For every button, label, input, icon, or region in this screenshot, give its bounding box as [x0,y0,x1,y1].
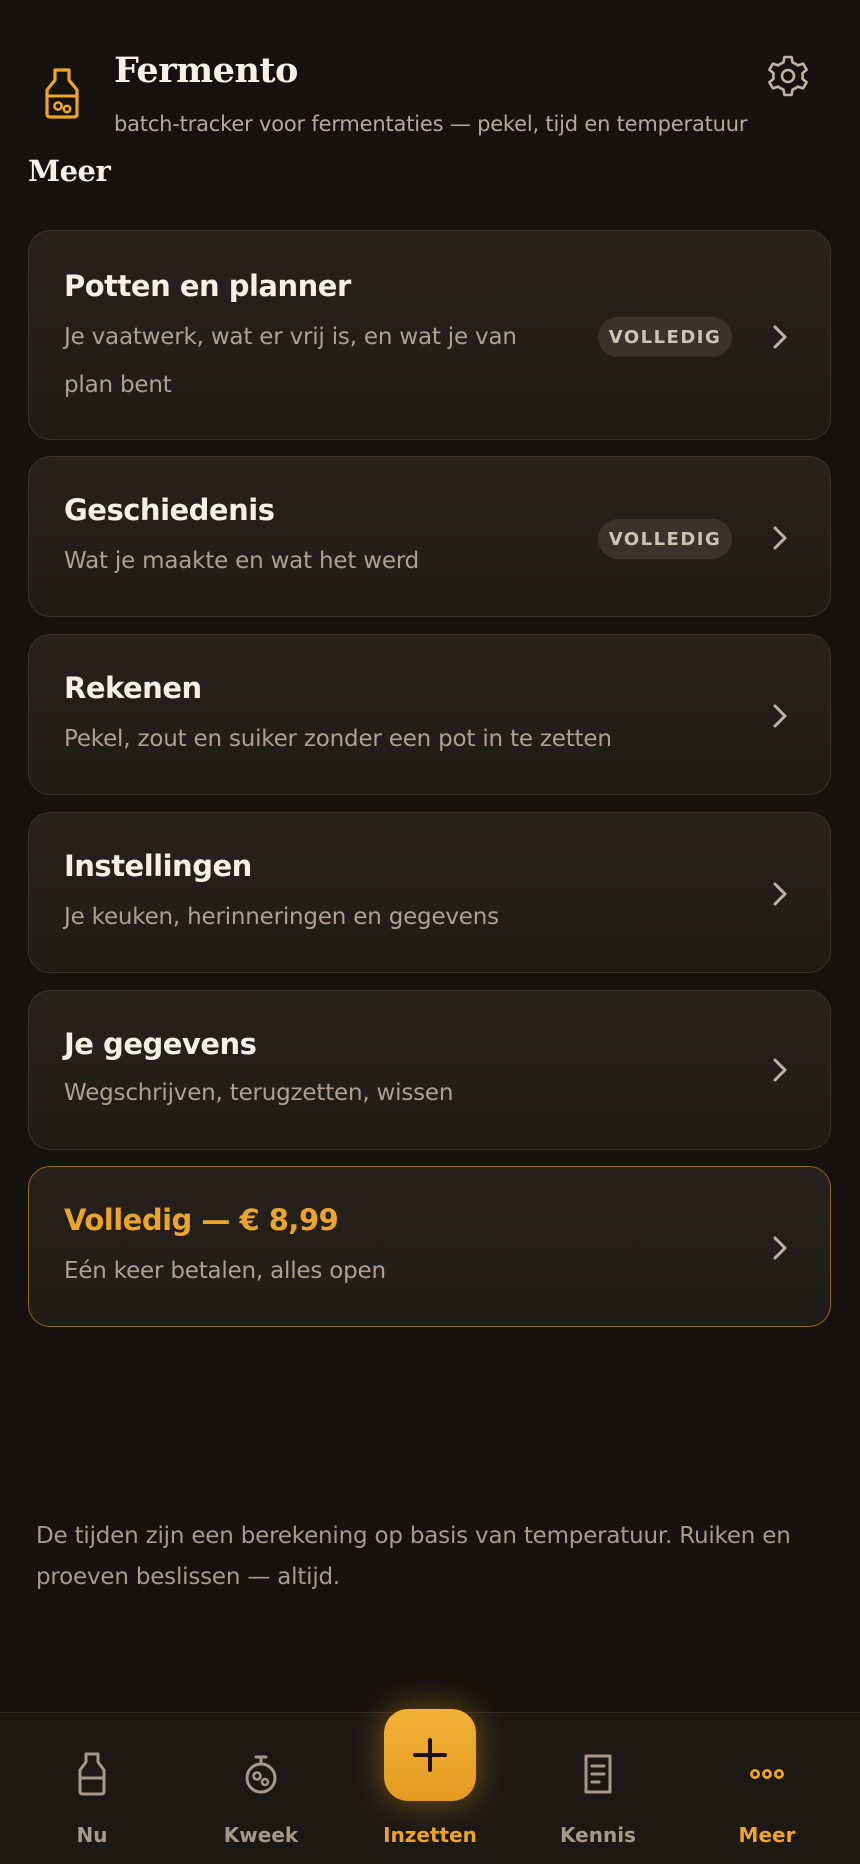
plus-icon [413,1738,447,1772]
menu-item-volledig-upgrade[interactable]: Volledig — € 8,99 Eén keer betalen, alle… [28,1166,831,1327]
app-header: Fermento batch-tracker voor fermentaties… [0,0,860,160]
status-badge: VOLLEDIG [598,519,732,559]
jar-icon [45,68,79,119]
tab-meer[interactable]: Meer [697,1713,837,1864]
tab-label: Kennis [560,1823,636,1847]
menu-item-description: Je keuken, herinneringen en gegevens [64,904,499,930]
bottle-icon [78,1752,106,1796]
upgrade-title: Volledig — € 8,99 [64,1203,339,1237]
menu-item-title: Rekenen [64,671,202,705]
add-batch-button[interactable] [384,1709,476,1801]
menu-item-rekenen[interactable]: Rekenen Pekel, zout en suiker zonder een… [28,634,831,795]
chevron-right-icon [773,704,787,728]
chevron-right-icon [773,325,787,349]
chevron-right-icon [773,882,787,906]
menu-item-title: Geschiedenis [64,493,275,527]
tab-label: Kweek [223,1823,299,1847]
tab-nu[interactable]: Nu [22,1713,162,1864]
tab-label: Meer [738,1823,796,1847]
menu-item-description: Pekel, zout en suiker zonder een pot in … [64,726,612,752]
settings-button[interactable] [764,52,812,100]
disclaimer-text: De tijden zijn een berekening op basis v… [36,1523,791,1590]
chevron-right-icon [773,1236,787,1260]
menu-item-potten-en-planner[interactable]: Potten en planner Je vaatwerk, wat er vr… [28,230,831,440]
menu-item-description: Wat je maakte en wat het werd [64,548,420,574]
menu-item-title: Potten en planner [64,269,351,303]
app-subtitle: batch-tracker voor fermentaties — pekel,… [114,112,748,136]
app-title: Fermento [114,50,298,91]
tab-kweek[interactable]: Kweek [191,1713,331,1864]
chevron-right-icon [773,1058,787,1082]
menu-item-title: Instellingen [64,849,252,883]
menu-item-description: Wegschrijven, terugzetten, wissen [64,1080,454,1106]
tab-label: Inzetten [383,1823,477,1847]
menu-item-geschiedenis[interactable]: Geschiedenis Wat je maakte en wat het we… [28,456,831,617]
menu-item-instellingen[interactable]: Instellingen Je keuken, herinneringen en… [28,812,831,973]
section-title: Meer [28,154,111,188]
tab-kennis[interactable]: Kennis [528,1713,668,1864]
upgrade-description: Eén keer betalen, alles open [64,1258,386,1284]
culture-jar-icon [245,1755,277,1794]
menu-item-description: plan bent [64,372,172,398]
status-badge: VOLLEDIG [598,317,732,357]
chevron-right-icon [773,526,787,550]
menu-item-title: Je gegevens [64,1027,257,1061]
gear-icon [768,55,808,97]
menu-item-description: Je vaatwerk, wat er vrij is, en wat je v… [64,324,517,350]
book-icon [584,1754,612,1794]
more-dots-icon [750,1768,784,1779]
menu-item-je-gegevens[interactable]: Je gegevens Wegschrijven, terugzetten, w… [28,990,831,1150]
tab-label: Nu [76,1823,108,1847]
